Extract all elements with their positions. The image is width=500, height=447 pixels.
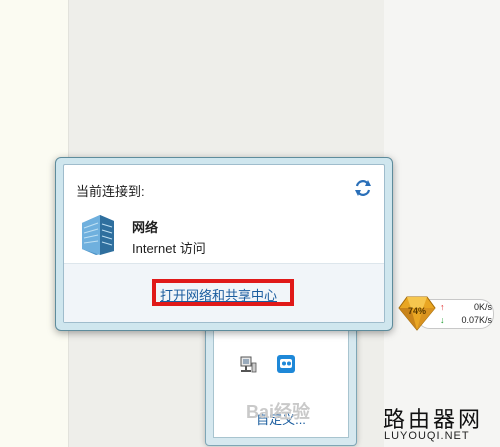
download-arrow-icon: ↓	[440, 315, 445, 325]
open-network-sharing-center-link[interactable]: 打开网络和共享中心	[160, 285, 277, 304]
upload-speed: 0K/s	[473, 302, 492, 312]
network-name: 网络	[132, 220, 159, 235]
network-building-icon	[82, 215, 114, 255]
network-speed-widget[interactable]: 74% ↑ 0K/s ↓ 0.07K/s	[398, 295, 494, 331]
cpu-percent: 74%	[407, 306, 426, 316]
upload-arrow-icon: ↑	[440, 302, 445, 312]
download-speed: 0.07K/s	[461, 315, 492, 325]
refresh-icon[interactable]	[352, 177, 374, 199]
app-tray-icon[interactable]	[276, 354, 296, 374]
desktop-background-right	[384, 0, 500, 447]
baidu-watermark: Bai经验	[246, 402, 311, 422]
network-flyout: 当前连接到: 网络 Internet 访问 打开网络和共享中心	[55, 157, 393, 331]
connected-to-label: 当前连接到:	[76, 184, 145, 199]
flyout-footer: 打开网络和共享中心	[64, 263, 384, 322]
site-domain-watermark: LUYOUQI.NET	[384, 430, 470, 442]
upload-speed-row: ↑ 0K/s	[440, 302, 492, 312]
download-speed-row: ↓ 0.07K/s	[440, 315, 492, 325]
highlight-box: 打开网络和共享中心	[152, 279, 294, 306]
network-status: Internet 访问	[132, 241, 206, 256]
network-flyout-panel: 当前连接到: 网络 Internet 访问 打开网络和共享中心	[63, 164, 385, 323]
network-tray-icon[interactable]	[238, 355, 258, 375]
tray-overflow-popup: 自定义...	[205, 318, 357, 446]
